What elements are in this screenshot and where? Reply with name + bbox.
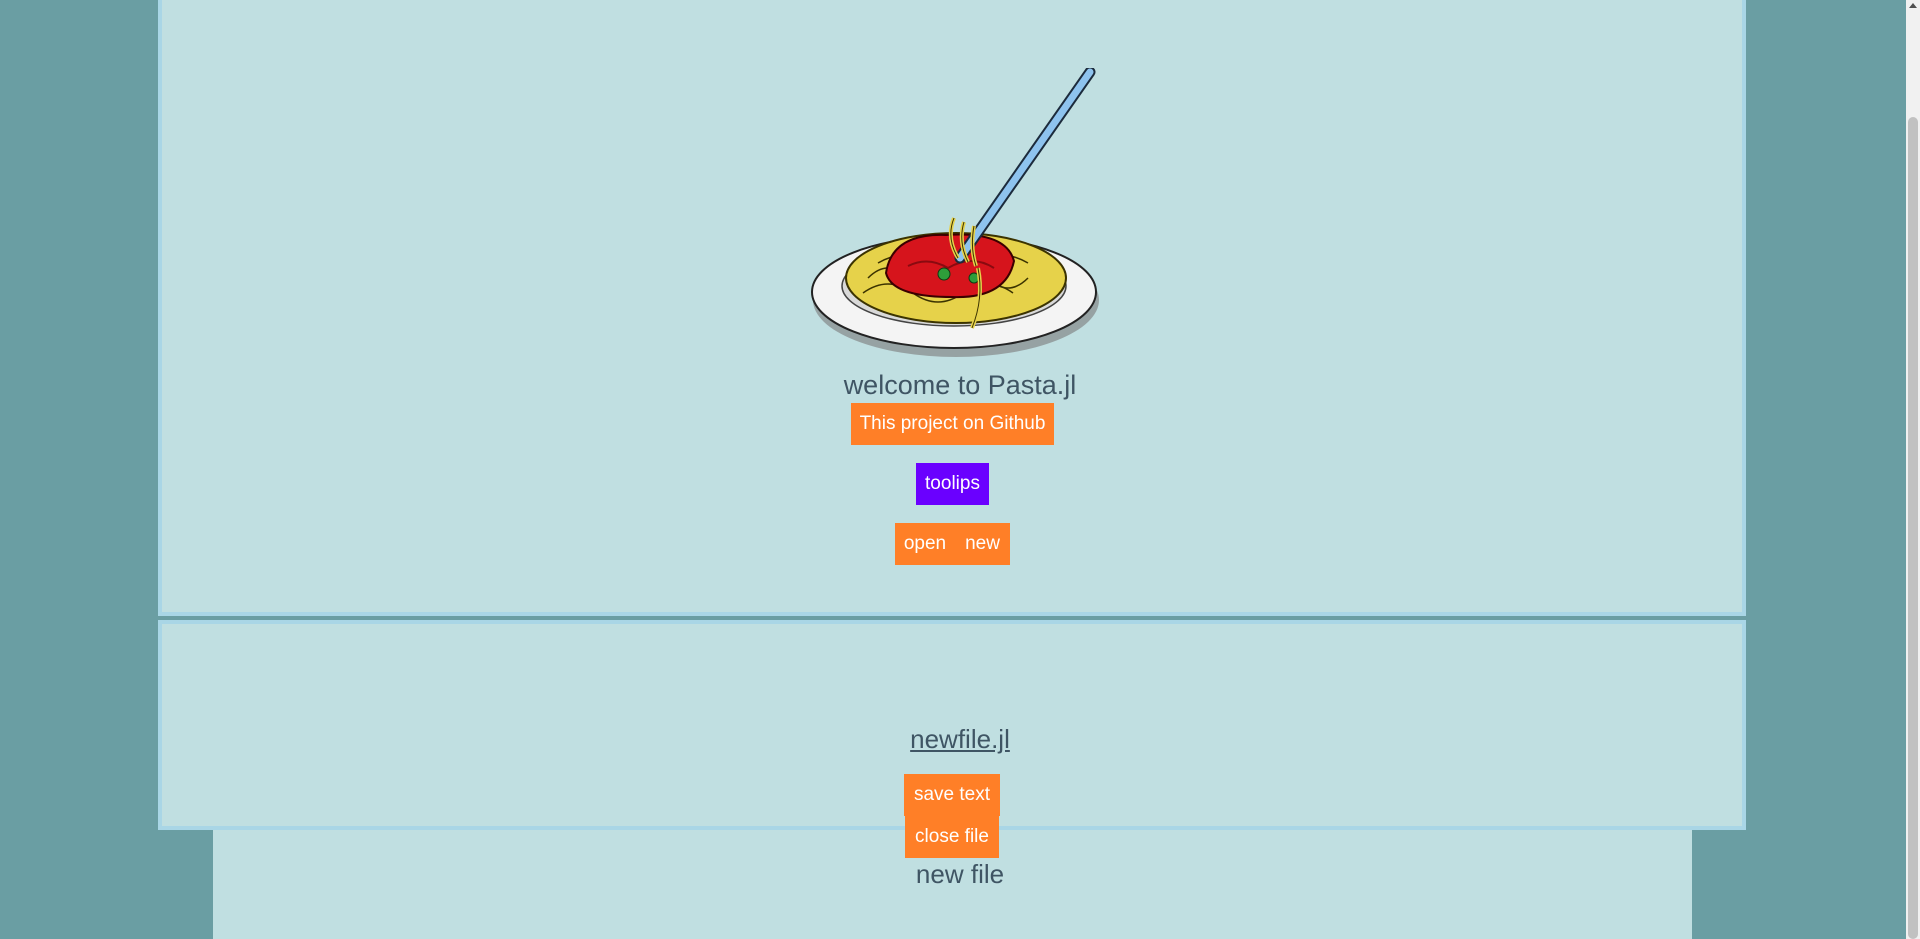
scroll-up-icon[interactable] [1909, 3, 1917, 8]
new-button[interactable]: new [955, 523, 1010, 565]
page-title: welcome to Pasta.jl [843, 370, 1077, 400]
close-file-button[interactable]: close file [905, 816, 999, 858]
open-button[interactable]: open [895, 523, 955, 565]
toolips-button[interactable]: toolips [916, 463, 989, 505]
scrollbar-thumb[interactable] [1908, 117, 1918, 939]
page-scrollbar[interactable] [1906, 0, 1920, 939]
filename-label: newfile.jl [0, 724, 1920, 755]
file-actions-group: open new [895, 523, 1010, 565]
new-file-heading: new file [915, 859, 1005, 889]
save-text-button[interactable]: save text [904, 774, 1000, 816]
spaghetti-plate-icon [811, 68, 1099, 357]
github-link-button[interactable]: This project on Github [851, 403, 1054, 445]
filename-text: newfile.jl [910, 724, 1010, 754]
